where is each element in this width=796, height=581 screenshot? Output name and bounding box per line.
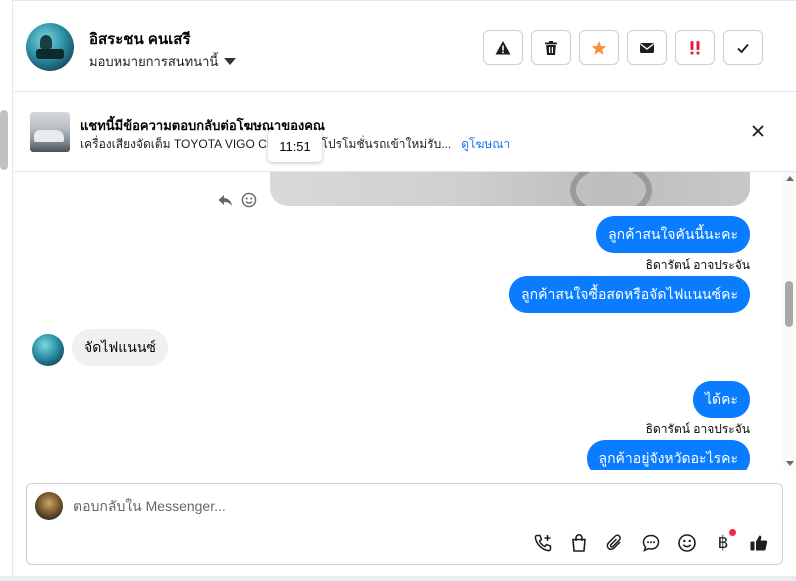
reply-composer: ฿ (26, 483, 783, 565)
done-button[interactable] (723, 30, 763, 65)
composer-toolbar: ฿ (532, 529, 770, 554)
close-icon[interactable] (750, 123, 766, 139)
ad-thumbnail[interactable] (30, 112, 70, 152)
envelope-icon (640, 42, 654, 53)
shopping-bag-icon (572, 533, 586, 552)
call-button[interactable] (532, 532, 554, 554)
outgoing-message[interactable]: ได้คะ (692, 381, 750, 418)
priority-button[interactable] (675, 30, 715, 65)
view-ad-link[interactable]: ดูโฆษณา (461, 135, 510, 154)
image-message[interactable] (270, 172, 750, 206)
baht-icon: ฿ (717, 533, 729, 553)
ad-reply-banner: แชทนี้มีข้อความตอบกลับต่อโฆษณาของคุณ เคร… (13, 93, 796, 172)
trash-icon (545, 40, 557, 55)
message-actions (217, 192, 257, 208)
assign-conversation-dropdown[interactable]: มอบหมายการสนทนานี้ (89, 51, 237, 72)
chat-bubble-icon (642, 534, 660, 552)
bottom-divider (0, 576, 796, 581)
warning-icon (495, 40, 511, 54)
message-scrollbar-thumb[interactable] (785, 281, 793, 327)
notification-dot (729, 529, 736, 536)
attach-button[interactable] (604, 532, 626, 554)
message-list[interactable]: ลูกค้าสนใจคันนี้นะคะ ธิดารัตน์ อาจประจัน… (13, 172, 796, 470)
incoming-message[interactable]: จัดไฟแนนซ์ (72, 329, 168, 366)
page-avatar (35, 492, 63, 520)
mail-button[interactable] (627, 30, 667, 65)
contact-avatar[interactable] (26, 23, 74, 71)
contact-name[interactable]: อิสระชน คนเสรี (89, 27, 191, 51)
conversation-panel: อิสระชน คนเสรี มอบหมายการสนทนานี้ แชทนี้… (12, 0, 796, 581)
like-button[interactable] (748, 532, 770, 554)
outer-scrollbar-thumb[interactable] (0, 110, 8, 170)
scroll-down-arrow-icon[interactable] (786, 461, 794, 466)
check-icon (737, 43, 749, 53)
caret-down-icon (224, 58, 237, 65)
saved-replies-button[interactable] (640, 532, 662, 554)
emoji-icon (678, 534, 696, 552)
exclamation-icon (690, 40, 700, 54)
sender-name: ธิดารัตน์ อาจประจัน (645, 422, 750, 436)
emoji-button[interactable] (676, 532, 698, 554)
time-tooltip: 11:51 (268, 130, 322, 162)
ad-description-right: 4 โปรโมชั่นรถเข้าใหม่รับ... (311, 137, 452, 151)
conversation-header: อิสระชน คนเสรี มอบหมายการสนทนานี้ (13, 0, 796, 92)
contact-avatar-small[interactable] (32, 334, 64, 366)
outgoing-message[interactable]: ลูกค้าอยู่จังหวัดอะไรคะ (586, 440, 750, 470)
payment-button[interactable]: ฿ (712, 529, 736, 554)
sender-name: ธิดารัตน์ อาจประจัน (645, 258, 750, 272)
star-button[interactable] (579, 30, 619, 65)
shop-button[interactable] (568, 532, 590, 554)
scroll-up-arrow-icon[interactable] (786, 176, 794, 181)
outgoing-message[interactable]: ลูกค้าสนใจซื้อสดหรือจัดไฟแนนซ์คะ (509, 276, 750, 313)
warning-button[interactable] (483, 30, 523, 65)
ad-description-left: เครื่องเสียงจัดเต็ม TOYOTA VIGO CH (80, 137, 276, 151)
star-icon (591, 40, 607, 55)
reply-input[interactable] (73, 494, 753, 518)
phone-plus-icon (534, 534, 552, 552)
emoji-react-icon[interactable] (241, 192, 257, 208)
outgoing-message[interactable]: ลูกค้าสนใจคันนี้นะคะ (596, 216, 750, 253)
delete-button[interactable] (531, 30, 571, 65)
action-toolbar (483, 30, 763, 65)
reply-icon[interactable] (217, 192, 233, 208)
thumbs-up-icon (750, 535, 768, 551)
assign-label: มอบหมายการสนทนานี้ (89, 54, 219, 69)
paperclip-icon (606, 534, 621, 551)
